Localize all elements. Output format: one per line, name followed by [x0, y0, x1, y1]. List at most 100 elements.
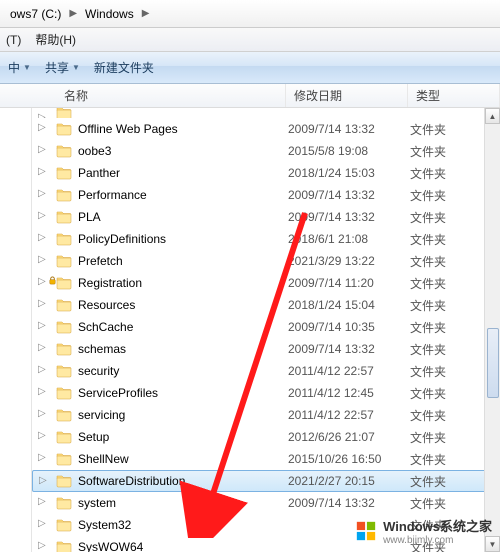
column-header: 名称 修改日期 类型: [0, 84, 500, 108]
folder-icon: [56, 121, 72, 137]
file-name: SoftwareDistribution: [78, 474, 288, 488]
table-row[interactable]: ▷ ShellNew2015/10/26 16:50文件夹: [32, 448, 500, 470]
breadcrumb: ows7 (C:) ▶ Windows ▶: [0, 0, 500, 28]
table-row[interactable]: ▷ servicing2011/4/12 22:57文件夹: [32, 404, 500, 426]
windows-logo-icon: [355, 520, 377, 542]
table-row[interactable]: ▷ Performance2009/7/14 13:32文件夹: [32, 184, 500, 206]
table-row[interactable]: ▷ system2009/7/14 13:32文件夹: [32, 492, 500, 514]
locked-folder-icon: [56, 253, 72, 269]
chevron-down-icon: ▼: [72, 63, 80, 72]
scroll-up-button[interactable]: ▲: [485, 108, 500, 124]
table-row[interactable]: ▷ security2011/4/12 22:57文件夹: [32, 360, 500, 382]
folder-icon: [56, 473, 72, 489]
file-date: 2009/7/14 13:32: [288, 210, 410, 224]
file-date: 2015/10/26 16:50: [288, 452, 410, 466]
table-row[interactable]: ▷ oobe32015/5/8 19:08文件夹: [32, 140, 500, 162]
file-name: ServiceProfiles: [78, 386, 288, 400]
folder-icon: [56, 165, 72, 181]
chevron-right-icon[interactable]: ▶: [140, 8, 152, 19]
menu-tools[interactable]: (T): [6, 33, 21, 47]
file-date: 2021/2/27 20:15: [288, 474, 410, 488]
expand-toggle-icon[interactable]: ▷: [38, 145, 48, 155]
breadcrumb-item[interactable]: Windows: [79, 5, 140, 23]
file-name: Prefetch: [78, 254, 288, 268]
expand-toggle-icon[interactable]: ▷: [38, 453, 48, 463]
folder-icon: [56, 451, 72, 467]
table-row[interactable]: ▷ Setup2012/6/26 21:07文件夹: [32, 426, 500, 448]
file-date: 2011/4/12 22:57: [288, 408, 410, 422]
table-row[interactable]: ▷ Registration2009/7/14 11:20文件夹: [32, 272, 500, 294]
file-date: 2012/6/26 21:07: [288, 430, 410, 444]
file-date: 2009/7/14 13:32: [288, 342, 410, 356]
table-row[interactable]: ▷ SoftwareDistribution2021/2/27 20:15文件夹: [32, 470, 500, 492]
expand-toggle-icon[interactable]: ▷: [38, 189, 48, 199]
expand-toggle-icon[interactable]: ▷: [38, 409, 48, 419]
file-date: 2018/6/1 21:08: [288, 232, 410, 246]
folder-icon: [56, 297, 72, 313]
expand-toggle-icon[interactable]: ▷: [38, 431, 48, 441]
menu-bar: (T) 帮助(H): [0, 28, 500, 52]
expand-toggle-icon[interactable]: ▷: [39, 476, 49, 486]
file-name: system: [78, 496, 288, 510]
file-date: 2021/3/29 13:22: [288, 254, 410, 268]
file-name: Performance: [78, 188, 288, 202]
file-date: 2018/1/24 15:04: [288, 298, 410, 312]
column-type[interactable]: 类型: [408, 84, 500, 107]
expand-toggle-icon[interactable]: ▷: [38, 211, 48, 221]
folder-icon: [56, 341, 72, 357]
table-row[interactable]: ▷ Offline Web Pages2009/7/14 13:32文件夹: [32, 118, 500, 140]
expand-toggle-icon[interactable]: ▷: [38, 541, 48, 551]
tree-pane: [0, 108, 32, 552]
folder-icon: [56, 495, 72, 511]
expand-toggle-icon[interactable]: ▷: [38, 343, 48, 353]
table-row[interactable]: ▷ Panther2018/1/24 15:03文件夹: [32, 162, 500, 184]
table-row[interactable]: ▷ schemas2009/7/14 13:32文件夹: [32, 338, 500, 360]
file-date: 2009/7/14 13:32: [288, 188, 410, 202]
file-name: Resources: [78, 298, 288, 312]
expand-toggle-icon[interactable]: ▷: [38, 365, 48, 375]
folder-icon: [56, 209, 72, 225]
expand-toggle-icon[interactable]: ▷: [38, 255, 48, 265]
expand-toggle-icon[interactable]: ▷: [38, 299, 48, 309]
table-row[interactable]: ▷ Resources2018/1/24 15:04文件夹: [32, 294, 500, 316]
table-row[interactable]: ▷: [32, 108, 500, 118]
column-name[interactable]: 名称: [0, 84, 286, 107]
expand-toggle-icon[interactable]: ▷: [38, 321, 48, 331]
file-date: 2015/5/8 19:08: [288, 144, 410, 158]
folder-icon: [56, 429, 72, 445]
folder-icon: [56, 231, 72, 247]
scroll-thumb[interactable]: [487, 328, 499, 398]
expand-toggle-icon[interactable]: ▷: [38, 497, 48, 507]
expand-toggle-icon[interactable]: ▷: [38, 233, 48, 243]
table-row[interactable]: ▷ SchCache2009/7/14 10:35文件夹: [32, 316, 500, 338]
file-list: ▷ ▷ Offline Web Pages2009/7/14 13:32文件夹▷…: [32, 108, 500, 552]
include-button[interactable]: 中 ▼: [8, 59, 31, 76]
expand-toggle-icon[interactable]: ▷: [38, 123, 48, 133]
table-row[interactable]: ▷ PLA2009/7/14 13:32文件夹: [32, 206, 500, 228]
file-date: 2009/7/14 13:32: [288, 122, 410, 136]
chevron-right-icon[interactable]: ▶: [67, 8, 79, 19]
expand-toggle-icon[interactable]: ▷: [38, 277, 48, 287]
column-modified[interactable]: 修改日期: [286, 84, 408, 107]
file-date: 2009/7/14 10:35: [288, 320, 410, 334]
file-name: PolicyDefinitions: [78, 232, 288, 246]
table-row[interactable]: ▷ ServiceProfiles2011/4/12 12:45文件夹: [32, 382, 500, 404]
table-row[interactable]: ▷ Prefetch2021/3/29 13:22文件夹: [32, 250, 500, 272]
file-name: schemas: [78, 342, 288, 356]
file-name: Registration: [78, 276, 288, 290]
expand-toggle-icon[interactable]: ▷: [38, 387, 48, 397]
share-button[interactable]: 共享 ▼: [45, 59, 80, 76]
folder-icon: [56, 517, 72, 533]
vertical-scrollbar[interactable]: ▲ ▼: [484, 108, 500, 552]
expand-toggle-icon[interactable]: ▷: [38, 519, 48, 529]
new-folder-button[interactable]: 新建文件夹: [94, 59, 154, 76]
menu-help[interactable]: 帮助(H): [35, 31, 76, 48]
breadcrumb-item[interactable]: ows7 (C:): [4, 5, 67, 23]
file-date: 2009/7/14 11:20: [288, 276, 410, 290]
file-name: ShellNew: [78, 452, 288, 466]
watermark-url: www.bjjmlv.com: [383, 535, 492, 546]
file-name: PLA: [78, 210, 288, 224]
watermark: Windows系统之家 www.bjjmlv.com: [355, 516, 492, 546]
table-row[interactable]: ▷ PolicyDefinitions2018/6/1 21:08文件夹: [32, 228, 500, 250]
expand-toggle-icon[interactable]: ▷: [38, 167, 48, 177]
